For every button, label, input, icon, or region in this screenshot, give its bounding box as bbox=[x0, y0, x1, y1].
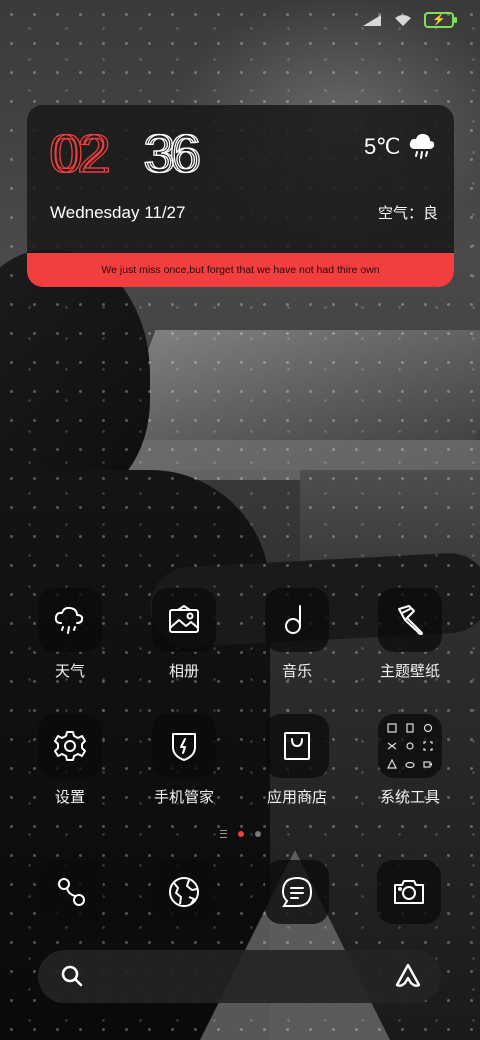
gallery-icon bbox=[169, 605, 199, 633]
clock-minutes: 36 36 bbox=[143, 125, 204, 177]
compass-icon bbox=[421, 721, 435, 735]
cloud-icon bbox=[403, 757, 417, 771]
file-icon bbox=[403, 721, 417, 735]
browser-globe-icon bbox=[169, 877, 199, 907]
system-tools-folder-icon bbox=[378, 714, 442, 778]
app-store[interactable]: 应用商店 bbox=[247, 714, 347, 807]
quote-banner: We just miss once,but forget that we hav… bbox=[27, 253, 454, 287]
pager-dot-active bbox=[238, 831, 244, 837]
app-label: 天气 bbox=[54, 663, 85, 680]
app-label: 应用商店 bbox=[266, 789, 327, 806]
music-icon-tile bbox=[265, 588, 329, 652]
app-label: 音乐 bbox=[281, 663, 312, 680]
music-icon bbox=[285, 605, 301, 634]
scanner-icon bbox=[421, 739, 435, 753]
settings-gear-icon bbox=[54, 731, 86, 761]
app-label: 设置 bbox=[54, 789, 85, 806]
date-text: Wednesday 11/27 bbox=[50, 203, 186, 222]
clock-hours: 02 02 bbox=[49, 125, 112, 177]
gallery-icon-tile bbox=[152, 588, 216, 652]
status-bar: ⚡ bbox=[362, 8, 457, 32]
weather-icon-tile bbox=[38, 588, 102, 652]
app-label: 系统工具 bbox=[379, 789, 440, 806]
pager-list-icon bbox=[220, 830, 227, 838]
app-store-bag-icon-tile bbox=[265, 714, 329, 778]
dock-phone[interactable] bbox=[39, 860, 103, 924]
dock-camera[interactable] bbox=[377, 860, 441, 924]
app-phone-manager[interactable]: 手机管家 bbox=[134, 714, 234, 807]
app-label: 相册 bbox=[168, 663, 199, 680]
app-weather[interactable]: 天气 bbox=[20, 588, 120, 681]
app-label: 主题壁纸 bbox=[379, 663, 440, 680]
security-shield-icon bbox=[172, 733, 196, 761]
app-gallery[interactable]: 相册 bbox=[134, 588, 234, 681]
assistant-icon[interactable] bbox=[395, 963, 421, 989]
app-system-tools[interactable]: 系统工具 bbox=[346, 714, 474, 807]
recorder-icon bbox=[403, 739, 417, 753]
app-label: 手机管家 bbox=[153, 789, 214, 806]
calculator-icon bbox=[385, 721, 399, 735]
search-input[interactable] bbox=[98, 962, 372, 992]
weather-icon bbox=[54, 606, 84, 634]
camera-icon bbox=[394, 880, 424, 904]
search-bar[interactable] bbox=[38, 950, 441, 1003]
theme-brush-icon bbox=[398, 605, 423, 635]
temperature-text: 5℃ bbox=[364, 134, 400, 159]
clock-weather-widget[interactable]: 02 02 36 36 Wednesday 11/27 5℃ 空气：良 We j… bbox=[27, 105, 454, 287]
system-tools-grid bbox=[385, 721, 435, 771]
cloud-rain-icon bbox=[409, 133, 435, 159]
messages-icon bbox=[281, 876, 313, 907]
quote-text: We just miss once,but forget that we hav… bbox=[101, 264, 380, 276]
search-icon[interactable] bbox=[60, 964, 84, 988]
page-indicator[interactable] bbox=[220, 830, 261, 838]
security-shield-icon-tile bbox=[152, 714, 216, 778]
svg-text:36: 36 bbox=[146, 125, 200, 177]
air-quality-text: 空气：良 bbox=[378, 205, 439, 222]
theme-brush-icon-tile bbox=[378, 588, 442, 652]
signal-icon bbox=[363, 14, 381, 26]
settings-gear-icon-tile bbox=[38, 714, 102, 778]
clock: 02 02 36 36 bbox=[49, 125, 221, 177]
app-music[interactable]: 音乐 bbox=[247, 588, 347, 681]
app-settings[interactable]: 设置 bbox=[20, 714, 120, 807]
scissors-icon bbox=[385, 739, 399, 753]
dock-browser[interactable] bbox=[152, 860, 216, 924]
triangle-icon bbox=[385, 757, 399, 771]
battery-charging-icon: ⚡ bbox=[424, 12, 457, 28]
pager-dot bbox=[255, 831, 261, 837]
app-store-bag-icon bbox=[284, 732, 310, 760]
svg-text:02: 02 bbox=[53, 125, 109, 177]
wifi-icon bbox=[395, 14, 411, 26]
app-themes[interactable]: 主题壁纸 bbox=[360, 588, 460, 681]
dock-messages[interactable] bbox=[265, 860, 329, 924]
video-icon bbox=[421, 757, 435, 771]
phone-icon bbox=[58, 878, 85, 906]
